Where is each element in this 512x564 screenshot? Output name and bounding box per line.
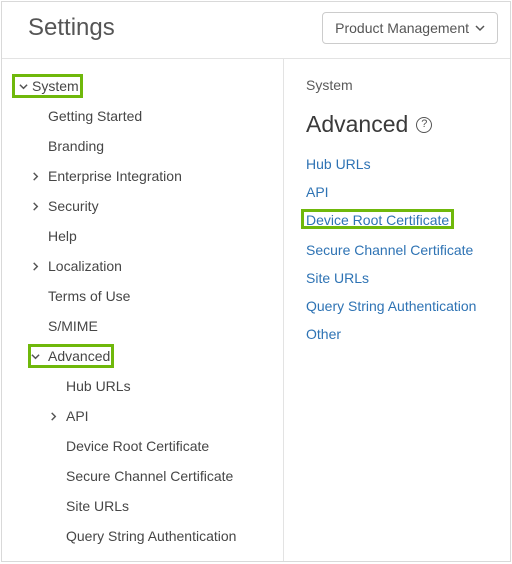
nav-item-label: Branding — [48, 138, 104, 154]
product-dropdown-label: Product Management — [335, 20, 469, 36]
nav-item-label: Advanced — [48, 348, 110, 364]
nav-item-label: API — [66, 408, 89, 424]
nav-item-label: Secure Channel Certificate — [66, 468, 233, 484]
content-pane: System Advanced ? Hub URLs API Device Root… — [284, 59, 510, 561]
nav-item-label: Query String Authentication — [66, 528, 236, 544]
nav-item-label: Security — [48, 198, 99, 214]
nav-item-label: Site URLs — [66, 498, 129, 514]
nav-item-security[interactable]: Security — [2, 191, 283, 221]
breadcrumb[interactable]: System — [306, 77, 502, 93]
chevron-down-icon[interactable] — [28, 352, 42, 361]
sidebar: System Getting Started Branding Enterprise … — [2, 59, 284, 561]
nav-item-label: Help — [48, 228, 77, 244]
nav-item-branding[interactable]: Branding — [2, 131, 283, 161]
nav-item-label: System — [32, 78, 79, 94]
chevron-right-icon[interactable] — [28, 262, 42, 271]
nav-item-site-urls[interactable]: Site URLs — [2, 491, 283, 521]
body: System Getting Started Branding Enterprise … — [2, 58, 510, 561]
nav-item-label: Terms of Use — [48, 288, 130, 304]
chevron-right-icon[interactable] — [28, 172, 42, 181]
nav-item-localization[interactable]: Localization — [2, 251, 283, 281]
nav-item-advanced[interactable]: Advanced — [2, 341, 283, 371]
chevron-right-icon[interactable] — [46, 412, 60, 421]
nav-item-terms-of-use[interactable]: Terms of Use — [2, 281, 283, 311]
nav-item-device-root-certificate[interactable]: Device Root Certificate — [2, 431, 283, 461]
header: Settings Product Management — [2, 2, 510, 58]
nav-item-system[interactable]: System — [2, 71, 283, 101]
nav-item-query-string-authentication[interactable]: Query String Authentication — [2, 521, 283, 551]
content-heading: Advanced ? — [306, 111, 502, 138]
settings-window: Settings Product Management System Gettin… — [1, 1, 511, 562]
content-link-secure-channel-certificate[interactable]: Secure Channel Certificate — [306, 242, 502, 258]
nav-item-help[interactable]: Help — [2, 221, 283, 251]
content-heading-text: Advanced — [306, 111, 408, 138]
nav-item-api[interactable]: API — [2, 401, 283, 431]
nav-item-label: S/MIME — [48, 318, 98, 334]
nav-item-label: Getting Started — [48, 108, 142, 124]
nav-item-label: Enterprise Integration — [48, 168, 182, 184]
content-link-other[interactable]: Other — [306, 326, 502, 342]
content-link-site-urls[interactable]: Site URLs — [306, 270, 502, 286]
nav-item-label: Device Root Certificate — [66, 438, 209, 454]
content-link-device-root-certificate[interactable]: Device Root Certificate — [306, 212, 449, 228]
nav-tree[interactable]: System Getting Started Branding Enterprise … — [2, 59, 283, 561]
nav-item-s-mime[interactable]: S/MIME — [2, 311, 283, 341]
product-dropdown[interactable]: Product Management — [322, 12, 498, 44]
link-list: Hub URLs API Device Root Certificate Secure… — [306, 156, 502, 342]
help-icon[interactable]: ? — [416, 117, 432, 133]
chevron-down-icon[interactable] — [16, 82, 30, 91]
nav-item-getting-started[interactable]: Getting Started — [2, 101, 283, 131]
content-link-api[interactable]: API — [306, 184, 502, 200]
nav-item-secure-channel-certificate[interactable]: Secure Channel Certificate — [2, 461, 283, 491]
chevron-down-icon — [475, 23, 485, 33]
nav-item-enterprise-integration[interactable]: Enterprise Integration — [2, 161, 283, 191]
scroll-filler — [2, 551, 283, 561]
nav-item-label: Hub URLs — [66, 378, 131, 394]
chevron-right-icon[interactable] — [28, 202, 42, 211]
nav-item-label: Localization — [48, 258, 122, 274]
nav-item-hub-urls[interactable]: Hub URLs — [2, 371, 283, 401]
content-link-query-string-authentication[interactable]: Query String Authentication — [306, 298, 502, 314]
page-title: Settings — [28, 14, 115, 42]
content-link-hub-urls[interactable]: Hub URLs — [306, 156, 502, 172]
